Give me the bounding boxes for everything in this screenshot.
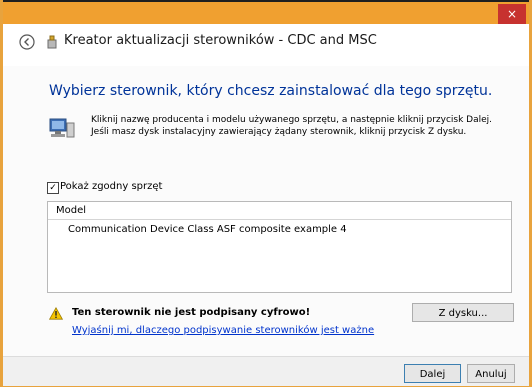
next-button[interactable]: Dalej: [404, 364, 461, 383]
list-item[interactable]: Communication Device Class ASF composite…: [68, 224, 347, 235]
back-arrow-icon[interactable]: [19, 34, 35, 50]
have-disk-button[interactable]: Z dysku...: [412, 303, 514, 322]
computer-hardware-icon: [49, 118, 75, 138]
unsigned-driver-warning: Ten sterownik nie jest podpisany cyfrowo…: [72, 307, 311, 318]
show-compatible-label[interactable]: Pokaż zgodny sprzęt: [60, 181, 162, 192]
show-compatible-checkbox[interactable]: ✓: [47, 182, 59, 194]
title-bar[interactable]: ×: [3, 2, 529, 24]
instruction-text: Kliknij nazwę producenta i modelu używan…: [91, 115, 493, 137]
driver-signing-info-link[interactable]: Wyjaśnij mi, dlaczego podpisywanie stero…: [72, 325, 374, 336]
cancel-button[interactable]: Anuluj: [467, 364, 515, 383]
model-listbox[interactable]: Model Communication Device Class ASF com…: [47, 201, 512, 293]
close-button[interactable]: ×: [498, 4, 526, 24]
warning-icon: [49, 307, 63, 320]
window-title: Kreator aktualizacji sterowników - CDC a…: [64, 33, 377, 48]
page-heading: Wybierz sterownik, który chcesz zainstal…: [49, 83, 493, 99]
model-column-header[interactable]: Model: [48, 202, 511, 220]
column-header-label: Model: [56, 205, 87, 216]
usb-device-icon: [47, 35, 57, 49]
